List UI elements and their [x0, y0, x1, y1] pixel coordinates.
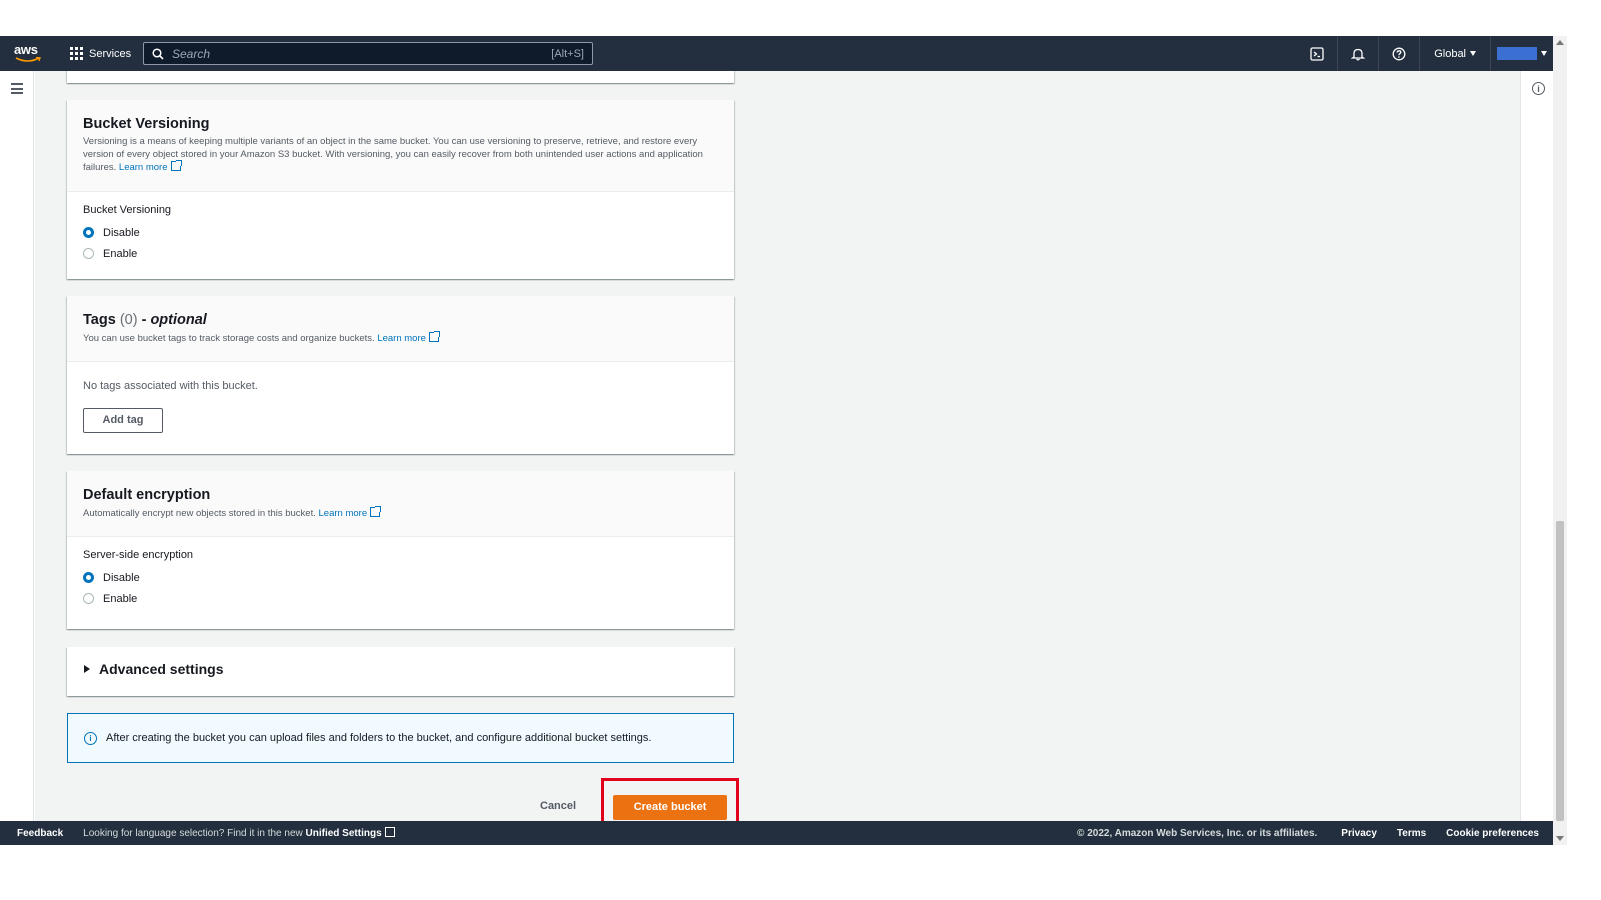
notifications-button[interactable] — [1338, 36, 1380, 71]
services-menu-button[interactable]: Services — [70, 36, 131, 71]
help-icon — [1392, 47, 1406, 60]
terms-link[interactable]: Terms — [1397, 828, 1426, 839]
services-label: Services — [89, 47, 132, 60]
form-actions: Cancel Create bucket — [540, 778, 740, 821]
radio-button[interactable] — [83, 248, 94, 259]
panel-description: Versioning is a means of keeping multipl… — [83, 136, 718, 175]
help-button[interactable] — [1379, 36, 1421, 71]
cloudshell-button[interactable] — [1297, 36, 1339, 71]
add-tag-button[interactable]: Add tag — [83, 408, 163, 433]
info-icon: i — [84, 731, 97, 745]
feedback-link[interactable]: Feedback — [17, 828, 63, 839]
main-content: Bucket Versioning Versioning is a means … — [35, 71, 1520, 821]
panel-body: Bucket Versioning Disable Enable — [67, 192, 734, 278]
search-icon — [152, 47, 164, 60]
left-navigation-rail — [0, 71, 34, 821]
caret-down-icon — [1541, 51, 1547, 56]
region-selector[interactable]: Global — [1420, 36, 1491, 71]
advanced-settings-panel: Advanced settings — [67, 647, 734, 696]
learn-more-link[interactable]: Learn more — [377, 331, 440, 344]
privacy-link[interactable]: Privacy — [1341, 828, 1377, 839]
option-label: Disable — [103, 571, 140, 584]
create-bucket-button[interactable]: Create bucket — [613, 795, 728, 820]
panel-body: No tags associated with this bucket. Add… — [67, 362, 734, 447]
field-label: Bucket Versioning — [83, 204, 172, 216]
panel-header: Default encryption Automatically encrypt… — [67, 471, 734, 537]
terminal-icon — [1310, 46, 1324, 61]
external-link-icon — [428, 331, 440, 342]
language-note-text: Looking for language selection? Find it … — [83, 828, 303, 839]
cookie-preferences-link[interactable]: Cookie preferences — [1446, 828, 1539, 839]
external-link-icon — [170, 160, 182, 171]
scroll-up-icon[interactable] — [1556, 40, 1564, 45]
unified-settings-link[interactable]: Unified Settings — [306, 828, 382, 839]
previous-panel-bottom — [67, 71, 734, 83]
option-label: Disable — [103, 226, 140, 239]
search-shortcut: [Alt+S] — [551, 47, 584, 60]
external-link-icon — [370, 506, 382, 517]
page-scrollbar[interactable] — [1553, 36, 1567, 845]
info-alert: i After creating the bucket you can uplo… — [67, 713, 734, 763]
tags-count: (0) — [119, 312, 138, 328]
radio-button[interactable] — [83, 593, 94, 604]
radio-button-selected[interactable] — [83, 572, 94, 583]
versioning-enable-option[interactable]: Enable — [83, 243, 718, 264]
copyright-text: © 2022, Amazon Web Services, Inc. or its… — [1077, 827, 1318, 839]
region-label: Global — [1434, 47, 1466, 60]
info-icon[interactable]: i — [1532, 82, 1545, 95]
caret-right-icon — [84, 665, 90, 673]
advanced-settings-toggle[interactable]: Advanced settings — [67, 647, 734, 691]
caret-down-icon — [1470, 51, 1476, 56]
tags-panel: Tags (0) - optional You can use bucket t… — [67, 296, 734, 454]
external-link-icon — [384, 827, 395, 837]
panel-title: Tags (0) - optional — [83, 312, 718, 328]
encryption-enable-option[interactable]: Enable — [83, 588, 718, 609]
aws-smile-icon — [15, 57, 41, 62]
panel-header: Tags (0) - optional You can use bucket t… — [67, 296, 734, 362]
bell-icon — [1351, 48, 1366, 60]
scroll-down-icon[interactable] — [1556, 836, 1564, 841]
language-note: Looking for language selection? Find it … — [83, 827, 395, 839]
learn-more-link[interactable]: Learn more — [319, 506, 382, 519]
aws-logo[interactable]: aws — [14, 41, 44, 67]
option-label: Enable — [103, 247, 138, 260]
optional-label: optional — [150, 312, 207, 328]
grid-icon — [70, 47, 83, 60]
search-bar[interactable]: [Alt+S] — [143, 42, 593, 65]
menu-icon[interactable] — [11, 83, 23, 97]
learn-more-link[interactable]: Learn more — [119, 160, 182, 173]
panel-header: Bucket Versioning Versioning is a means … — [67, 100, 734, 192]
cancel-button[interactable]: Cancel — [540, 800, 576, 812]
advanced-settings-label: Advanced settings — [99, 661, 224, 677]
right-tools-rail: i — [1520, 71, 1553, 821]
top-navigation-bar: aws Services [Alt+S] — [0, 36, 1553, 71]
default-encryption-panel: Default encryption Automatically encrypt… — [67, 471, 734, 629]
highlight-box: Create bucket — [601, 778, 740, 821]
top-right-icons: Global — [1297, 36, 1553, 71]
account-name-redacted — [1497, 47, 1537, 60]
panel-body: Server-side encryption Disable Enable — [67, 537, 734, 623]
no-tags-message: No tags associated with this bucket. — [83, 380, 258, 392]
scrollbar-thumb[interactable] — [1556, 521, 1564, 821]
option-label: Enable — [103, 592, 138, 605]
tags-title: Tags — [83, 312, 116, 328]
footer-links: © 2022, Amazon Web Services, Inc. or its… — [1077, 828, 1539, 839]
bucket-versioning-panel: Bucket Versioning Versioning is a means … — [67, 100, 734, 279]
encryption-disable-option[interactable]: Disable — [83, 567, 718, 588]
panel-description: You can use bucket tags to track storage… — [83, 331, 718, 346]
panel-description: Automatically encrypt new objects stored… — [83, 506, 718, 521]
search-input[interactable] — [172, 46, 552, 61]
account-menu[interactable] — [1491, 36, 1553, 71]
description-text: You can use bucket tags to track storage… — [83, 333, 375, 344]
field-label: Server-side encryption — [83, 549, 194, 561]
panel-title: Bucket Versioning — [83, 116, 210, 132]
console-footer: Feedback Looking for language selection?… — [0, 821, 1553, 845]
aws-logo-text: aws — [14, 42, 38, 57]
panel-title: Default encryption — [83, 487, 211, 503]
description-text: Automatically encrypt new objects stored… — [83, 508, 316, 519]
versioning-disable-option[interactable]: Disable — [83, 222, 718, 243]
radio-button-selected[interactable] — [83, 227, 94, 238]
tags-dash: - — [141, 312, 147, 328]
alert-text: After creating the bucket you can upload… — [106, 732, 652, 744]
